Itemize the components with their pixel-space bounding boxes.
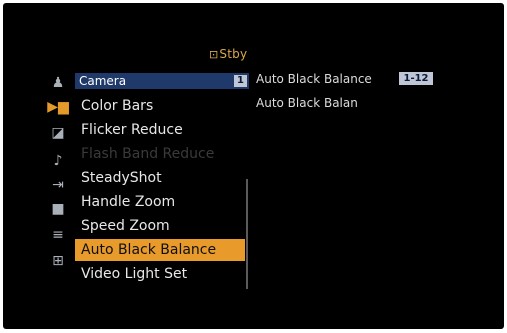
menu-item-auto-black-balance[interactable]: Auto Black Balance — [75, 239, 245, 261]
detail-title-text: Auto Black Balance — [256, 72, 372, 86]
detail-subtitle: Auto Black Balan — [256, 96, 358, 110]
person-icon[interactable]: ♟ — [47, 75, 69, 91]
menu-item-handle-zoom[interactable]: Handle Zoom — [75, 191, 245, 213]
menu-item-flash-band-reduce: Flash Band Reduce — [81, 146, 215, 162]
menu-item-video-light-set[interactable]: Video Light Set — [75, 263, 245, 285]
detail-title: Auto Black Balance 1-12 — [256, 71, 433, 87]
status-text: Stby — [219, 47, 248, 61]
export-icon[interactable]: ⇥ — [47, 177, 69, 193]
menu-item-flicker-reduce[interactable]: Flicker Reduce — [75, 119, 245, 141]
camera-icon[interactable]: ▶▆ — [47, 99, 69, 115]
menu-scrollbar[interactable] — [246, 179, 248, 289]
menu-item-steadyshot[interactable]: SteadyShot — [75, 167, 245, 189]
menu-item-speed-zoom[interactable]: Speed Zoom — [75, 215, 245, 237]
range-badge: 1-12 — [399, 72, 433, 85]
settings-sliders-icon[interactable]: ≡ — [47, 227, 69, 243]
display-icon[interactable]: ■ — [47, 201, 69, 217]
status-indicator: ⊡Stby — [209, 47, 247, 61]
menu-item-color-bars[interactable]: Color Bars — [75, 95, 245, 117]
tape-standby-icon: ⊡ — [209, 48, 219, 61]
category-label: Camera — [79, 74, 127, 88]
music-note-icon[interactable]: ♪ — [47, 153, 69, 169]
scene-icon[interactable]: ◪ — [47, 125, 69, 141]
category-header: Camera 1 — [75, 73, 249, 89]
viewfinder-screen: ⊡Stby ♟ ▶▆ ◪ ♪ ⇥ ■ ≡ ⊞ Camera 1 Color Ba… — [3, 3, 504, 329]
clock-icon[interactable]: ⊞ — [47, 253, 69, 269]
page-badge: 1 — [234, 75, 247, 87]
